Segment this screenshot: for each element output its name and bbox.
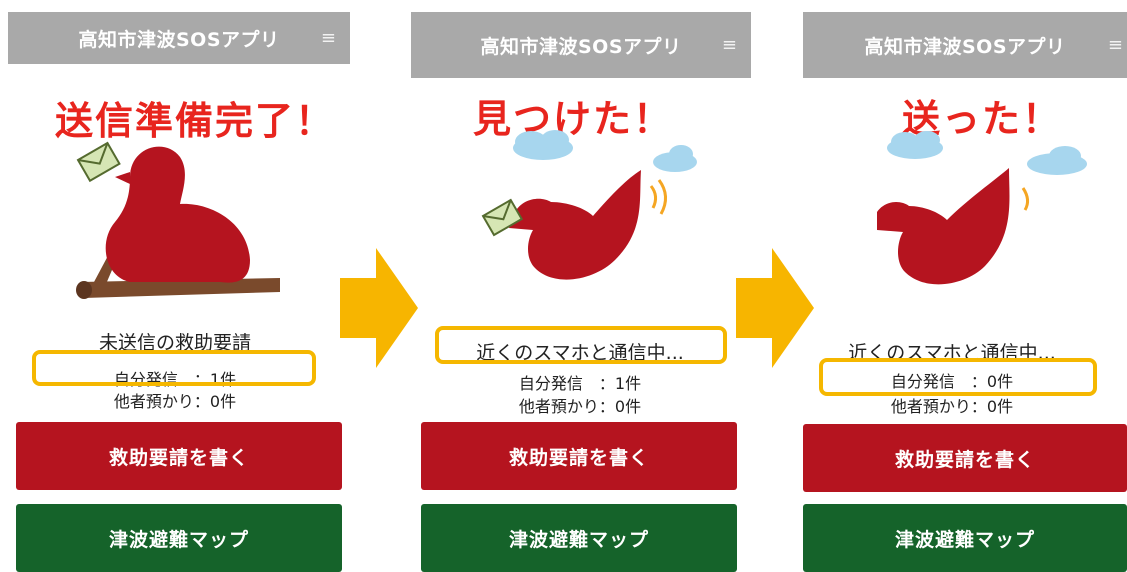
app-header: 高知市津波SOSアプリ ≡ [411, 12, 751, 78]
red-bird-icon [877, 168, 1010, 285]
others-count: 他者預かり：0件 [518, 397, 642, 416]
menu-icon[interactable]: ≡ [1108, 35, 1123, 56]
signal-waves-icon [1021, 187, 1030, 211]
highlight-box [819, 358, 1097, 396]
menu-icon[interactable]: ≡ [722, 35, 737, 56]
signal-waves-icon [649, 179, 667, 215]
cloud-icon [1027, 146, 1087, 175]
app-header: 高知市津波SOSアプリ ≡ [8, 12, 350, 64]
app-title: 高知市津波SOSアプリ [480, 35, 682, 58]
write-request-button[interactable]: 救助要請を書く [421, 422, 737, 490]
flying-bird-illustration [877, 131, 1087, 285]
evacuation-map-button[interactable]: 津波避難マップ [803, 504, 1127, 572]
menu-icon[interactable]: ≡ [321, 28, 336, 49]
envelope-icon [76, 141, 121, 183]
write-request-button[interactable]: 救助要請を書く [803, 424, 1127, 492]
red-bird-icon [509, 170, 641, 280]
panel-found: 高知市津波SOSアプリ ≡ 見つけた！ 近くのスマホと通信中... 自分発信 ：… [405, 0, 755, 572]
evacuation-map-button[interactable]: 津波避難マップ [421, 504, 737, 572]
cloud-icon [887, 131, 943, 159]
others-count: 他者預かり：0件 [113, 392, 237, 411]
app-header: 高知市津波SOSアプリ ≡ [803, 12, 1127, 78]
flying-bird-illustration [481, 130, 697, 280]
envelope-icon [481, 198, 524, 237]
evacuation-map-button[interactable]: 津波避難マップ [16, 504, 342, 572]
cloud-icon [513, 130, 573, 160]
bird-on-branch-illustration [76, 141, 280, 299]
app-title: 高知市津波SOSアプリ [78, 28, 280, 51]
panel-sent: 高知市津波SOSアプリ ≡ 送った！ 近くのスマホと通信中... 自分発信 ：0… [777, 0, 1127, 572]
app-title: 高知市津波SOSアプリ [864, 35, 1066, 58]
highlight-box [32, 350, 316, 386]
others-count: 他者預かり：0件 [890, 397, 1014, 416]
write-request-button[interactable]: 救助要請を書く [16, 422, 342, 490]
highlight-box [435, 326, 727, 364]
self-count: 自分発信 ：1件 [518, 374, 642, 393]
panel-ready: 高知市津波SOSアプリ ≡ 送信準備完了！ 未送信の救助要請 自分発信 ：1件 … [0, 0, 350, 572]
red-bird-icon [105, 146, 250, 283]
cloud-icon [653, 145, 697, 172]
